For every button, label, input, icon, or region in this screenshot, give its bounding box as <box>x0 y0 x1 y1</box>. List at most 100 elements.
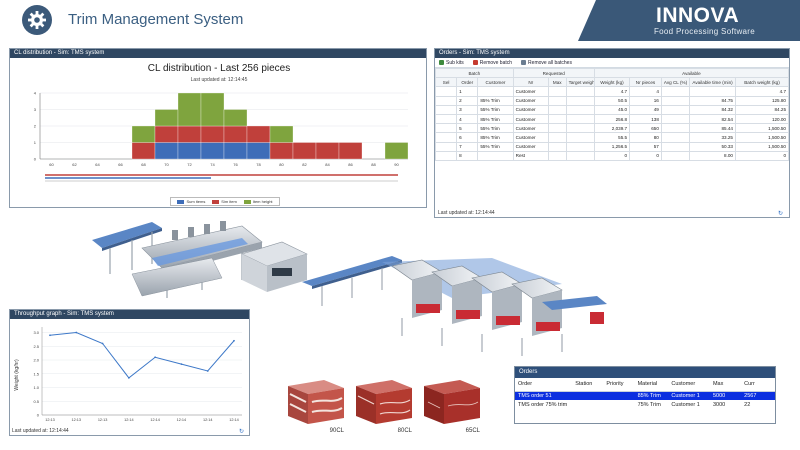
order-cell: 5000 <box>709 391 742 400</box>
meat-label: 80CL <box>397 428 412 434</box>
y-tick-label: 3 <box>34 107 37 112</box>
table-cell: 125.80 <box>734 95 790 106</box>
x-tick-label: 12:14 <box>177 418 187 422</box>
x-tick-label: 68 <box>141 162 146 167</box>
throughput-line <box>49 331 235 379</box>
column-header[interactable]: Order <box>456 77 479 88</box>
table-cell: Customer <box>512 86 549 97</box>
table-cell: 84.75 <box>689 95 736 106</box>
column-header[interactable]: Target weight (kg) <box>565 77 595 88</box>
order-row[interactable]: TMS order 51 85% Trim Customer 1 5000 2567 <box>515 391 775 400</box>
table-cell: 5 <box>456 123 479 134</box>
column-header[interactable]: Customer <box>668 378 710 392</box>
refresh-icon[interactable]: ↻ <box>778 210 783 217</box>
column-header[interactable]: Avg CL (%) <box>660 77 691 88</box>
remove-all-batches-button[interactable]: Remove all batches <box>521 60 572 66</box>
column-header[interactable]: Station <box>572 378 604 392</box>
table-cell: 0 <box>734 150 790 161</box>
table-cell: 84.32 <box>689 104 736 115</box>
table-cell <box>565 104 595 115</box>
order-cell: Customer 1 <box>668 391 710 400</box>
table-row[interactable]: 5 55% Trim Customer 2,039.7 650 85.44 1,500.50 <box>434 123 790 134</box>
bar-sum-items <box>223 142 248 160</box>
brand-logo: INNOVA Food Processing Software <box>578 0 800 41</box>
x-tick-label: 12:14 <box>124 418 134 422</box>
x-tick-label: 80 <box>279 162 284 167</box>
column-header[interactable]: Available time (min) <box>689 77 736 88</box>
x-tick-label: 60 <box>49 162 54 167</box>
table-cell: Rest <box>512 150 549 161</box>
table-row[interactable]: 8 Rest 0 0 8.00 0 <box>434 150 790 161</box>
orders-summary-table: Order Station Priority Material Customer Max C… <box>515 378 775 409</box>
table-cell: Customer <box>512 123 549 134</box>
bar-item-height <box>154 109 179 127</box>
column-header[interactable]: Curr <box>741 378 775 392</box>
x-tick-label: 12:14 <box>150 418 160 422</box>
x-tick-label: 86 <box>348 162 353 167</box>
table-cell: 0 <box>593 150 631 161</box>
table-row[interactable]: 4 85% Trim Customer 256.8 138 82.54 120.00 <box>434 113 790 125</box>
table-cell: 55% Trim <box>477 104 514 115</box>
bar-sim-item <box>223 125 248 143</box>
column-header[interactable]: Sel <box>434 77 458 88</box>
table-row[interactable]: 1 Customer 4.7 4 4.7 <box>434 86 790 97</box>
column-header[interactable]: Priority <box>603 378 635 392</box>
bar-sum-items <box>246 142 271 160</box>
table-cell: 1,500.50 <box>734 132 790 143</box>
order-row[interactable]: TMS order 75% trim 75% Trim Customer 1 3000… <box>515 400 775 409</box>
cl-panel-title: CL distribution - Sim: TMS system <box>10 49 426 58</box>
table-row[interactable]: 7 55% Trim Customer 1,256.5 57 50.33 1,500.50 <box>434 141 790 152</box>
order-cell <box>572 400 603 409</box>
legend-item-height: Item height <box>243 199 273 204</box>
table-cell: 16 <box>629 95 662 106</box>
table-row[interactable]: 2 85% Trim Customer 50.5 16 84.75 125.80 <box>434 95 790 106</box>
throughput-panel: Throughput graph - Sim: TMS system Weigh… <box>9 309 250 436</box>
button-label: Sub kits <box>446 59 464 66</box>
column-header[interactable]: Customer <box>477 77 514 88</box>
table-cell <box>434 113 458 125</box>
table-cell: 4.7 <box>734 86 790 97</box>
legend-label: Item height <box>252 199 273 204</box>
y-tick-label: 0 <box>34 157 37 162</box>
order-cell: 85% Trim <box>634 391 669 400</box>
bar-sum-items <box>177 142 202 160</box>
meat-block-80cl: 80CL <box>352 374 416 434</box>
column-header[interactable]: Max <box>547 77 567 88</box>
table-cell <box>547 113 567 125</box>
y-tick-label: 0.5 <box>33 399 39 404</box>
table-cell: 85.44 <box>689 123 736 134</box>
table-row[interactable]: 6 85% Trim Customer 55.5 80 33.25 1,500.50 <box>434 132 790 143</box>
bar-sum-items <box>154 142 179 160</box>
column-header[interactable]: Nr <box>512 77 549 88</box>
refresh-icon[interactable]: ↻ <box>239 428 244 435</box>
table-cell: 138 <box>629 113 662 125</box>
group-header: Batch <box>435 67 514 79</box>
table-cell <box>565 123 595 134</box>
bar-sim-item <box>177 125 202 143</box>
table-cell: Customer <box>512 141 549 152</box>
y-tick-label: 2.5 <box>33 344 39 349</box>
remove-batch-button[interactable]: Remove batch <box>472 60 512 66</box>
order-cell <box>603 400 634 409</box>
order-cell <box>603 391 635 400</box>
table-cell: Customer <box>512 113 549 125</box>
column-header[interactable]: Order <box>515 378 573 392</box>
table-cell <box>547 150 567 161</box>
x-tick-label: 12:13 <box>98 418 108 422</box>
column-header[interactable]: Weight (kg) <box>593 77 631 88</box>
table-cell: 2,039.7 <box>593 123 631 134</box>
x-tick-label: 66 <box>118 162 123 167</box>
column-header[interactable]: Batch weight (kg) <box>734 77 790 88</box>
meat-block-image <box>424 380 480 424</box>
sub-kits-button[interactable]: Sub kits <box>439 60 464 66</box>
column-header[interactable]: Nr pieces <box>629 77 662 88</box>
bar-sum-items <box>200 142 225 160</box>
column-header[interactable]: Max <box>709 378 742 392</box>
table-row[interactable]: 3 55% Trim Customer 45.0 49 84.32 84.25 <box>434 104 790 115</box>
table-cell <box>434 141 458 152</box>
table-cell: 1,500.50 <box>734 123 790 134</box>
table-cell: 1,256.5 <box>593 141 631 152</box>
x-tick-label: 76 <box>233 162 238 167</box>
table-cell: 84.25 <box>734 104 790 115</box>
column-header[interactable]: Material <box>634 378 669 392</box>
